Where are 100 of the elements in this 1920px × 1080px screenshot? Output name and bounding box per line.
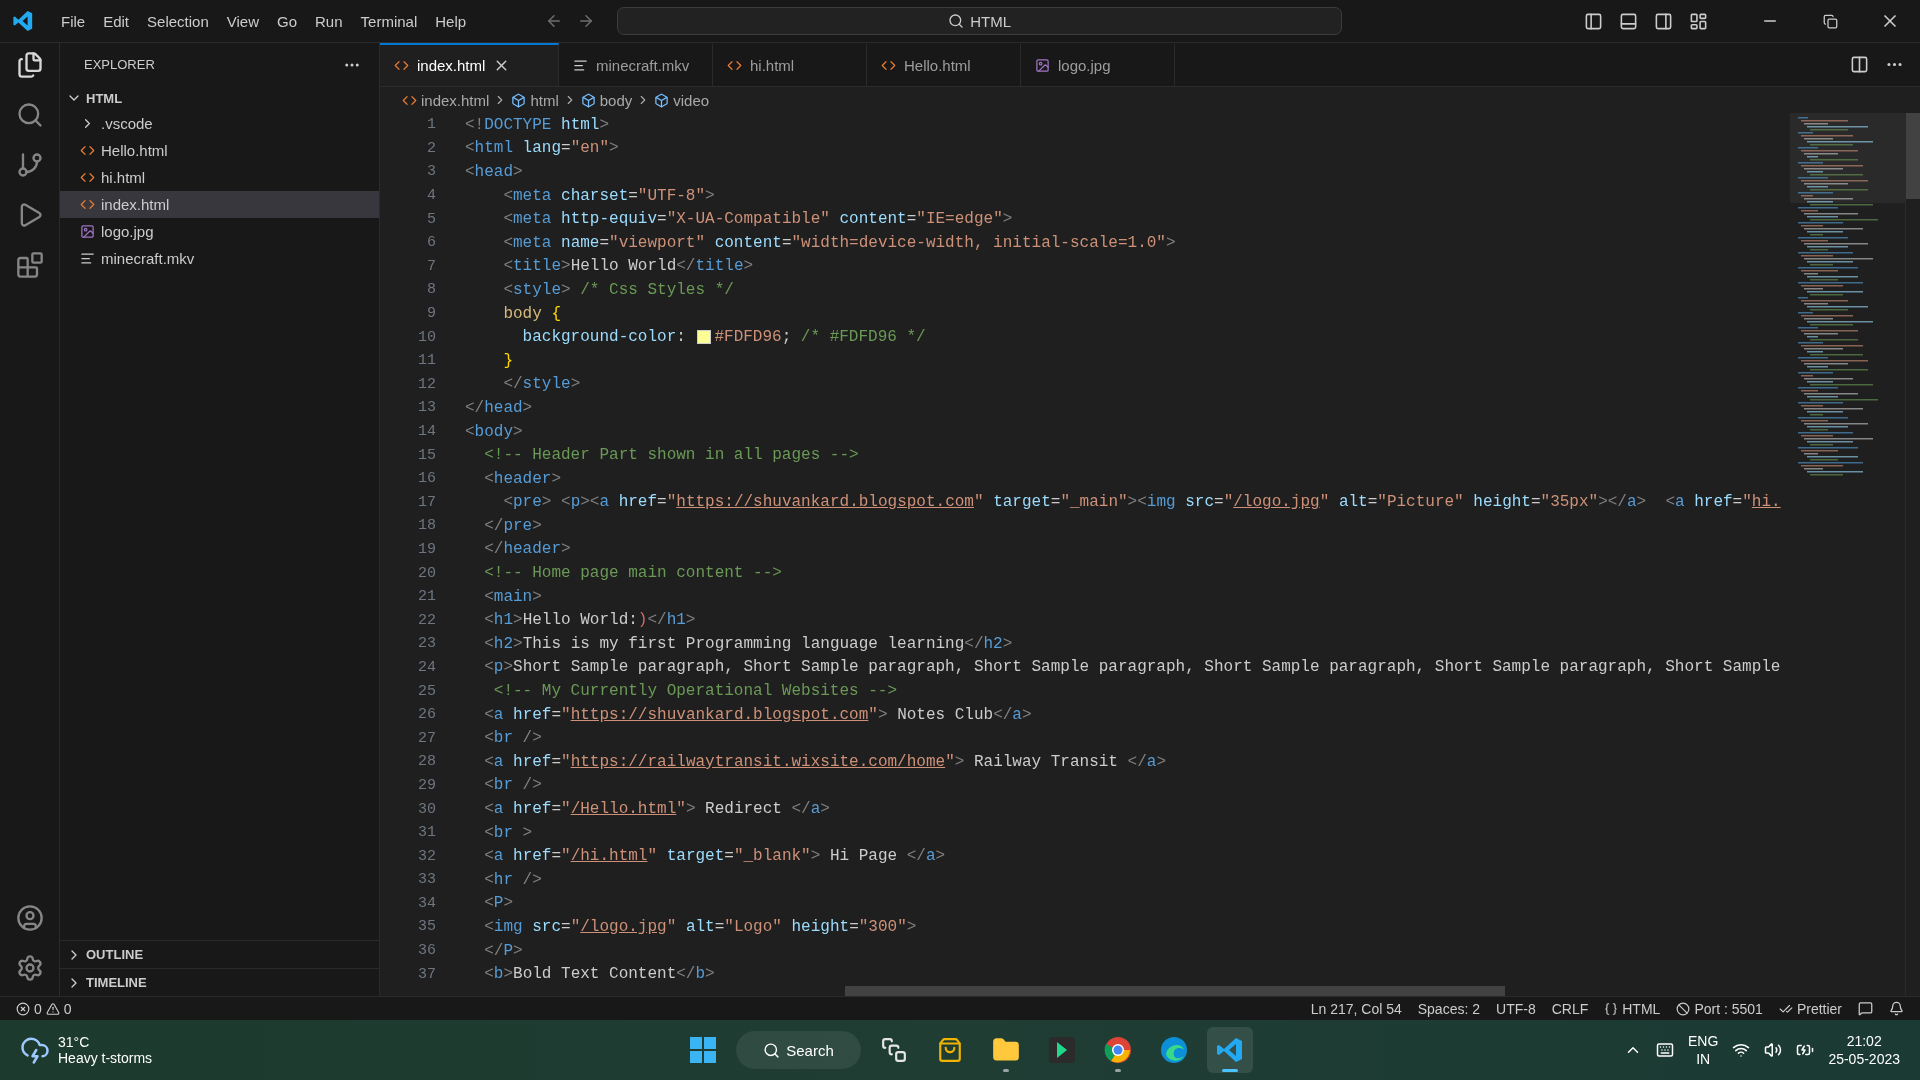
clock[interactable]: 21:02 25-05-2023 — [1828, 1031, 1900, 1069]
section-title: TIMELINE — [86, 975, 147, 990]
folder-name: HTML — [86, 90, 123, 106]
line-number: 3 — [426, 163, 437, 181]
code-text: <br /> — [483, 729, 542, 748]
line-number: 29 — [417, 776, 437, 794]
section-header[interactable]: OUTLINE — [60, 940, 379, 968]
status-item[interactable]: UTF-8 — [1496, 1000, 1536, 1017]
search-icon — [948, 13, 965, 29]
explorer-entry[interactable]: hi.html — [60, 164, 379, 191]
code-text: <h2>This is my first Programming language learning</h2> — [483, 634, 1013, 653]
code-text: <html lang="en"> — [465, 139, 619, 158]
weather-widget[interactable]: 31°C Heavy t-storms — [58, 1034, 153, 1066]
line-number: 30 — [417, 800, 437, 818]
volume-icon[interactable] — [1764, 1041, 1783, 1059]
search-icon[interactable] — [15, 101, 44, 129]
line-number: 5 — [426, 210, 437, 228]
cube-icon — [511, 92, 527, 108]
code-text: <meta charset="UTF-8"> — [502, 186, 715, 205]
line-number: 15 — [417, 446, 437, 464]
tab-label: Hello.html — [904, 57, 971, 74]
status-item[interactable]: CRLF — [1551, 1000, 1589, 1017]
restore-icon[interactable] — [1822, 13, 1838, 29]
status-item[interactable]: Spaces: 2 — [1417, 1000, 1480, 1017]
breadcrumb[interactable]: body — [599, 91, 633, 109]
menu-item[interactable]: Terminal — [351, 8, 427, 34]
status-item[interactable]: Ln 217, Col 54 — [1310, 1000, 1402, 1017]
explorer-entry[interactable]: minecraft.mkv — [60, 245, 379, 272]
menu-item[interactable]: Run — [306, 8, 352, 34]
taskbar-app[interactable] — [1207, 1027, 1253, 1073]
toggle-secondary-sidebar-icon[interactable] — [1654, 11, 1673, 31]
code-text: <!DOCTYPE html> — [465, 115, 610, 134]
code-text: <a href="/Hello.html"> Redirect </a> — [483, 800, 830, 818]
folder-header[interactable]: HTML — [60, 86, 379, 110]
tab-label: hi.html — [750, 57, 795, 74]
toggle-sidebar-icon[interactable] — [1584, 11, 1603, 31]
editor-tab[interactable]: index.html — [380, 43, 559, 86]
code-text: <head> — [465, 163, 523, 181]
explorer-entry[interactable]: Hello.html — [60, 137, 379, 164]
html-file-icon — [80, 197, 95, 212]
horizontal-scrollbar[interactable] — [845, 986, 1505, 996]
taskbar-search[interactable]: Search — [736, 1031, 861, 1069]
explorer-entry[interactable]: logo.jpg — [60, 218, 379, 245]
code-text: <br /> — [483, 776, 542, 795]
warning-icon — [45, 1001, 60, 1016]
formatter-status[interactable]: Prettier — [1778, 1000, 1842, 1017]
menu-item[interactable]: Selection — [138, 8, 218, 34]
line-number: 26 — [417, 706, 437, 724]
keyboard-icon[interactable] — [1656, 1041, 1675, 1059]
account-icon[interactable] — [15, 904, 44, 932]
explorer-entry[interactable]: index.html — [60, 191, 379, 218]
error-icon — [16, 1001, 30, 1016]
menu-item[interactable]: Help — [426, 8, 476, 34]
code-text: </header> — [483, 540, 571, 559]
breadcrumb[interactable]: html — [530, 91, 559, 109]
code-text: <a href="https://railwaytransit.wixsite.com/home"> Railway Transit </a> — [483, 752, 1166, 771]
settings-icon[interactable] — [15, 954, 44, 982]
color-swatch[interactable] — [697, 330, 712, 345]
command-center[interactable]: HTML — [617, 7, 1343, 35]
app-logo — [12, 10, 34, 32]
code-text: <!-- My Currently Operational Websites --> — [492, 682, 898, 701]
notifications-icon[interactable] — [1889, 1001, 1904, 1016]
line-number: 7 — [426, 257, 437, 275]
line-number: 25 — [417, 682, 437, 700]
html-file-icon — [80, 170, 95, 185]
code-text: <body> — [465, 422, 523, 441]
split-editor-icon[interactable] — [1850, 55, 1869, 74]
source-control-icon[interactable] — [15, 151, 44, 179]
scrollbar-thumb[interactable] — [1906, 113, 1920, 199]
menu-item[interactable]: Edit — [94, 8, 139, 34]
line-number: 23 — [417, 635, 437, 653]
explorer-icon[interactable] — [15, 51, 44, 79]
input-language[interactable]: ENG IN — [1688, 1031, 1719, 1069]
prohibited-icon — [1676, 1001, 1691, 1016]
storm-cloud-icon[interactable] — [20, 1035, 50, 1065]
explorer-folder[interactable]: .vscode — [60, 110, 379, 137]
live-server-port[interactable]: Port : 5501 — [1676, 1000, 1763, 1017]
line-number: 27 — [417, 729, 437, 747]
customize-layout-icon[interactable] — [1689, 11, 1708, 31]
code-text: <br > — [483, 823, 533, 842]
extensions-icon[interactable] — [15, 251, 44, 279]
breadcrumb[interactable]: video — [673, 91, 710, 109]
app-icon — [1049, 1037, 1075, 1063]
wifi-icon[interactable] — [1732, 1041, 1751, 1059]
line-number: 35 — [417, 918, 437, 936]
entry-name: .vscode — [101, 115, 153, 132]
line-number: 11 — [417, 352, 437, 370]
menu-item[interactable]: File — [52, 8, 95, 34]
task-view-icon — [881, 1037, 907, 1063]
breadcrumb[interactable]: index.html — [421, 91, 490, 109]
problems-indicator[interactable]: 0 0 — [16, 1000, 72, 1017]
code-text: <main> — [483, 587, 542, 606]
feedback-icon[interactable] — [1858, 1001, 1873, 1016]
language-mode[interactable]: HTML — [1604, 1000, 1661, 1017]
code-text: </P> — [483, 941, 523, 960]
toggle-panel-icon[interactable] — [1619, 11, 1638, 31]
menu-item[interactable]: View — [217, 8, 268, 34]
code-text: <h1>Hello World:)</h1> — [483, 611, 696, 630]
line-number: 31 — [417, 824, 437, 842]
menu-item[interactable]: Go — [268, 8, 306, 34]
